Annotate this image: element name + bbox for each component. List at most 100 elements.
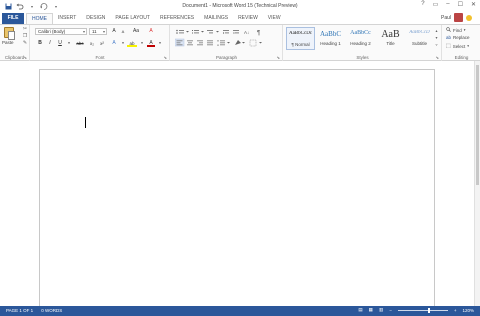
- style-name: Subtitle: [411, 41, 427, 46]
- chevron-down-icon[interactable]: ▾: [103, 29, 105, 34]
- chevron-down-icon[interactable]: ▾: [434, 34, 439, 41]
- chevron-down-icon: ▾: [467, 44, 470, 48]
- zoom-level[interactable]: 120%: [462, 308, 474, 313]
- paragraph-launcher-icon[interactable]: ⬊: [277, 55, 280, 60]
- print-layout-icon[interactable]: ▦: [369, 307, 373, 313]
- select-button[interactable]: ⬚ Select ▾: [446, 43, 469, 49]
- font-size-value: 11: [92, 29, 97, 34]
- document-area: [0, 61, 480, 306]
- paste-icon[interactable]: [4, 27, 15, 40]
- minimize-button[interactable]: –: [446, 1, 449, 8]
- ribbon-tabs: FILE HOME INSERT DESIGN PAGE LAYOUT REFE…: [0, 13, 480, 25]
- file-tab[interactable]: FILE: [2, 13, 24, 24]
- style-sample: AaBbCc: [350, 30, 371, 36]
- strikethrough-button[interactable]: abc: [74, 40, 86, 47]
- ribbon-display-icon[interactable]: ▭: [433, 1, 439, 8]
- styles-group-label: Styles: [356, 55, 369, 60]
- zoom-slider-thumb[interactable]: [427, 307, 430, 313]
- cut-icon[interactable]: ✂: [22, 27, 28, 32]
- style-sample: AaBbCcDc: [288, 31, 313, 36]
- bold-button[interactable]: B: [36, 40, 44, 47]
- grow-font-button[interactable]: A: [110, 28, 118, 35]
- help-button[interactable]: ?: [421, 1, 424, 8]
- paste-button-label[interactable]: Paste: [2, 40, 14, 45]
- style-sample: AaBbCcD: [409, 30, 430, 35]
- zoom-in-button[interactable]: +: [454, 308, 457, 313]
- italic-button[interactable]: I: [46, 40, 54, 47]
- tab-page-layout[interactable]: PAGE LAYOUT: [110, 13, 155, 24]
- text-effects-button[interactable]: A: [110, 40, 118, 47]
- chevron-down-icon[interactable]: ▾: [119, 40, 127, 47]
- style-heading-1[interactable]: AaBbC Heading 1: [316, 27, 345, 50]
- styles-group: AaBbCcDc ¶ Normal AaBbC Heading 1 AaBbCc…: [284, 25, 442, 61]
- paragraph-group-label: Paragraph: [215, 55, 237, 60]
- select-icon: ⬚: [446, 43, 451, 49]
- ribbon: Paste ✂ ❐ ✎ Clipboard ⬊ Calibri (Body) ▾…: [0, 24, 480, 61]
- feedback-smiley-icon[interactable]: [466, 14, 472, 21]
- style-sample: AaB: [381, 30, 400, 40]
- clipboard-group: Paste ✂ ❐ ✎ Clipboard ⬊: [0, 25, 30, 61]
- chevron-down-icon: ▾: [463, 28, 466, 32]
- style-title[interactable]: AaB Title: [376, 27, 405, 50]
- underline-button[interactable]: U: [56, 40, 64, 47]
- user-account[interactable]: Paul: [441, 13, 472, 22]
- tab-references[interactable]: REFERENCES: [155, 13, 199, 24]
- find-label: Find: [453, 27, 462, 33]
- web-layout-icon[interactable]: ▥: [379, 307, 383, 313]
- font-color-button[interactable]: A: [147, 40, 155, 47]
- search-icon: [446, 27, 451, 33]
- style-name: Heading 2: [350, 41, 371, 46]
- word-count[interactable]: 0 WORDS: [41, 308, 62, 313]
- tab-view[interactable]: VIEW: [263, 13, 286, 24]
- close-button[interactable]: ✕: [471, 1, 476, 8]
- styles-scroll[interactable]: ▴ ▾ ▿: [434, 27, 439, 48]
- shrink-font-button[interactable]: A: [119, 28, 127, 35]
- style-heading-2[interactable]: AaBbCc Heading 2: [346, 27, 375, 50]
- read-mode-icon[interactable]: ▤: [358, 307, 362, 313]
- maximize-button[interactable]: ☐: [458, 1, 463, 8]
- scrollbar-thumb[interactable]: [476, 65, 479, 185]
- font-size-combo[interactable]: 11 ▾: [89, 28, 107, 35]
- highlight-button[interactable]: ab: [127, 40, 137, 47]
- clipboard-launcher-icon[interactable]: ⬊: [24, 55, 27, 60]
- font-name-combo[interactable]: Calibri (Body) ▾: [35, 28, 87, 35]
- subscript-button[interactable]: x₂: [88, 40, 96, 47]
- style-subtitle[interactable]: AaBbCcD Subtitle: [405, 27, 434, 50]
- font-name-value: Calibri (Body): [38, 29, 66, 34]
- sort-icon: A↓: [244, 30, 249, 35]
- avatar[interactable]: [454, 13, 463, 22]
- replace-icon: ab: [446, 35, 452, 40]
- chevron-up-icon[interactable]: ▴: [434, 27, 439, 34]
- chevron-down-icon[interactable]: ▾: [156, 40, 164, 47]
- find-button[interactable]: Find ▾: [446, 27, 466, 33]
- page-count[interactable]: PAGE 1 OF 1: [6, 308, 33, 313]
- user-name[interactable]: Paul: [441, 15, 451, 21]
- clear-formatting-button[interactable]: A: [147, 28, 155, 35]
- replace-button[interactable]: ab Replace: [446, 35, 470, 40]
- zoom-out-button[interactable]: −: [389, 308, 392, 313]
- more-styles-icon[interactable]: ▿: [434, 41, 439, 48]
- style-sample: AaBbC: [320, 30, 341, 38]
- superscript-button[interactable]: x²: [98, 40, 106, 47]
- zoom-slider[interactable]: [397, 307, 448, 313]
- replace-label: Replace: [453, 35, 470, 40]
- style-name: Heading 1: [320, 41, 341, 46]
- copy-icon[interactable]: ❐: [22, 34, 28, 39]
- paragraph-controls[interactable]: A↓ ¶: [175, 29, 279, 51]
- chevron-down-icon[interactable]: ▾: [65, 40, 73, 47]
- chevron-down-icon[interactable]: ▾: [83, 29, 85, 34]
- font-launcher-icon[interactable]: ⬊: [164, 55, 167, 60]
- chevron-down-icon[interactable]: ▾: [138, 40, 146, 47]
- status-bar: PAGE 1 OF 1 0 WORDS ▤ ▦ ▥ − + 120%: [0, 306, 480, 316]
- tab-design[interactable]: DESIGN: [81, 13, 110, 24]
- tab-mailings[interactable]: MAILINGS: [199, 13, 233, 24]
- tab-review[interactable]: REVIEW: [233, 13, 263, 24]
- vertical-scrollbar[interactable]: [474, 61, 480, 306]
- styles-launcher-icon[interactable]: ⬊: [436, 55, 439, 60]
- text-cursor: [85, 117, 86, 128]
- document-page[interactable]: [39, 69, 435, 306]
- style-normal[interactable]: AaBbCcDc ¶ Normal: [286, 27, 315, 50]
- tab-insert[interactable]: INSERT: [53, 13, 81, 24]
- change-case-button[interactable]: Aa: [130, 28, 142, 35]
- format-painter-icon[interactable]: ✎: [22, 41, 28, 46]
